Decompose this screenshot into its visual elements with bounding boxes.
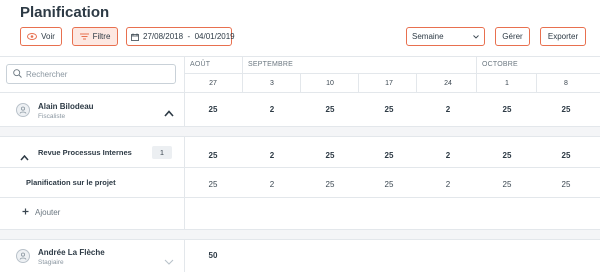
- person-total-cell: 2: [269, 105, 275, 114]
- filtre-button[interactable]: Filtre: [72, 27, 118, 46]
- person-name: Alain Bilodeau: [38, 102, 94, 111]
- date-range-label: 27/08/2018 - 04/01/2019: [143, 32, 235, 41]
- gerer-label: Gérer: [502, 32, 523, 41]
- date-range-button[interactable]: 27/08/2018 - 04/01/2019: [126, 27, 235, 46]
- month-label: OCTOBRE: [482, 61, 518, 68]
- user-icon: [19, 106, 27, 114]
- group-count-badge: 1: [152, 146, 172, 159]
- gerer-button[interactable]: Gérer: [495, 27, 530, 46]
- add-button[interactable]: Ajouter: [22, 208, 60, 217]
- search-input[interactable]: Rechercher: [6, 64, 176, 84]
- task-value-cell[interactable]: 25: [478, 180, 536, 189]
- person-total-cell: 25: [561, 105, 571, 114]
- row-divider: [0, 229, 600, 230]
- search-placeholder: Rechercher: [26, 69, 68, 79]
- group-total-cell: 25: [384, 151, 394, 160]
- person-role: Fiscaliste: [38, 113, 66, 120]
- row-divider: [0, 167, 600, 168]
- row-divider: [0, 136, 600, 137]
- eye-icon: [27, 33, 38, 40]
- task-value-cell[interactable]: 25: [184, 180, 242, 189]
- person-role: Stagiaire: [38, 259, 64, 266]
- month-label: SEPTEMBRE: [248, 61, 293, 68]
- header-bottom-divider: [0, 92, 600, 93]
- group-name: Revue Processus Internes: [38, 148, 132, 157]
- row-separator: [0, 229, 600, 239]
- task-value-cell[interactable]: 2: [243, 180, 301, 189]
- header-divider: [0, 56, 600, 57]
- week-day-label: 8: [564, 80, 568, 87]
- task-value-cell[interactable]: 25: [360, 180, 418, 189]
- person-total-cell: 50: [208, 251, 218, 260]
- view-select-label: Semaine: [412, 32, 444, 41]
- user-icon: [19, 252, 27, 260]
- avatar: [16, 103, 30, 117]
- row-divider: [0, 239, 600, 240]
- group-total-cell: 2: [445, 151, 451, 160]
- person-name: Andrée La Flèche: [38, 248, 105, 257]
- person-total-cell: 25: [325, 105, 335, 114]
- row-divider: [0, 197, 600, 198]
- exporter-label: Exporter: [547, 32, 579, 41]
- person-total-cell: 2: [445, 105, 451, 114]
- voir-button[interactable]: Voir: [20, 27, 62, 46]
- week-day-label: 10: [326, 80, 334, 87]
- group-total-cell: 2: [269, 151, 275, 160]
- group-total-cell: 25: [502, 151, 512, 160]
- group-total-cell: 25: [325, 151, 335, 160]
- task-value-cell[interactable]: 2: [419, 180, 477, 189]
- month-label: AOÛT: [190, 61, 211, 68]
- month-divider: [184, 73, 600, 74]
- row-divider: [0, 126, 600, 127]
- week-day-label: 17: [385, 80, 393, 87]
- row-separator: [0, 126, 600, 136]
- avatar: [16, 249, 30, 263]
- task-value-cell[interactable]: 25: [301, 180, 359, 189]
- filtre-label: Filtre: [92, 32, 111, 41]
- add-label: Ajouter: [35, 208, 61, 217]
- filter-icon: [79, 33, 89, 40]
- group-total-cell: 25: [561, 151, 571, 160]
- group-total-cell: 25: [208, 151, 218, 160]
- week-day-label: 3: [270, 80, 274, 87]
- voir-label: Voir: [41, 32, 55, 41]
- calendar-icon: [131, 33, 139, 41]
- task-value-cell[interactable]: 25: [537, 180, 595, 189]
- view-select[interactable]: Semaine: [406, 27, 485, 46]
- person-total-cell: 25: [502, 105, 512, 114]
- week-day-label: 24: [444, 80, 452, 87]
- plus-icon: [22, 208, 29, 217]
- page-title: Planification: [20, 4, 110, 21]
- search-icon: [13, 68, 22, 80]
- person-total-cell: 25: [208, 105, 218, 114]
- week-day-label: 27: [209, 80, 217, 87]
- task-name: Planification sur le projet: [26, 178, 116, 187]
- week-day-label: 1: [505, 80, 509, 87]
- chevron-down-icon: [473, 34, 479, 39]
- chevron-down-icon[interactable]: [164, 252, 174, 270]
- person-total-cell: 25: [384, 105, 394, 114]
- exporter-button[interactable]: Exporter: [540, 27, 586, 46]
- chevron-up-icon[interactable]: [164, 104, 174, 122]
- chevron-up-icon[interactable]: [20, 148, 29, 166]
